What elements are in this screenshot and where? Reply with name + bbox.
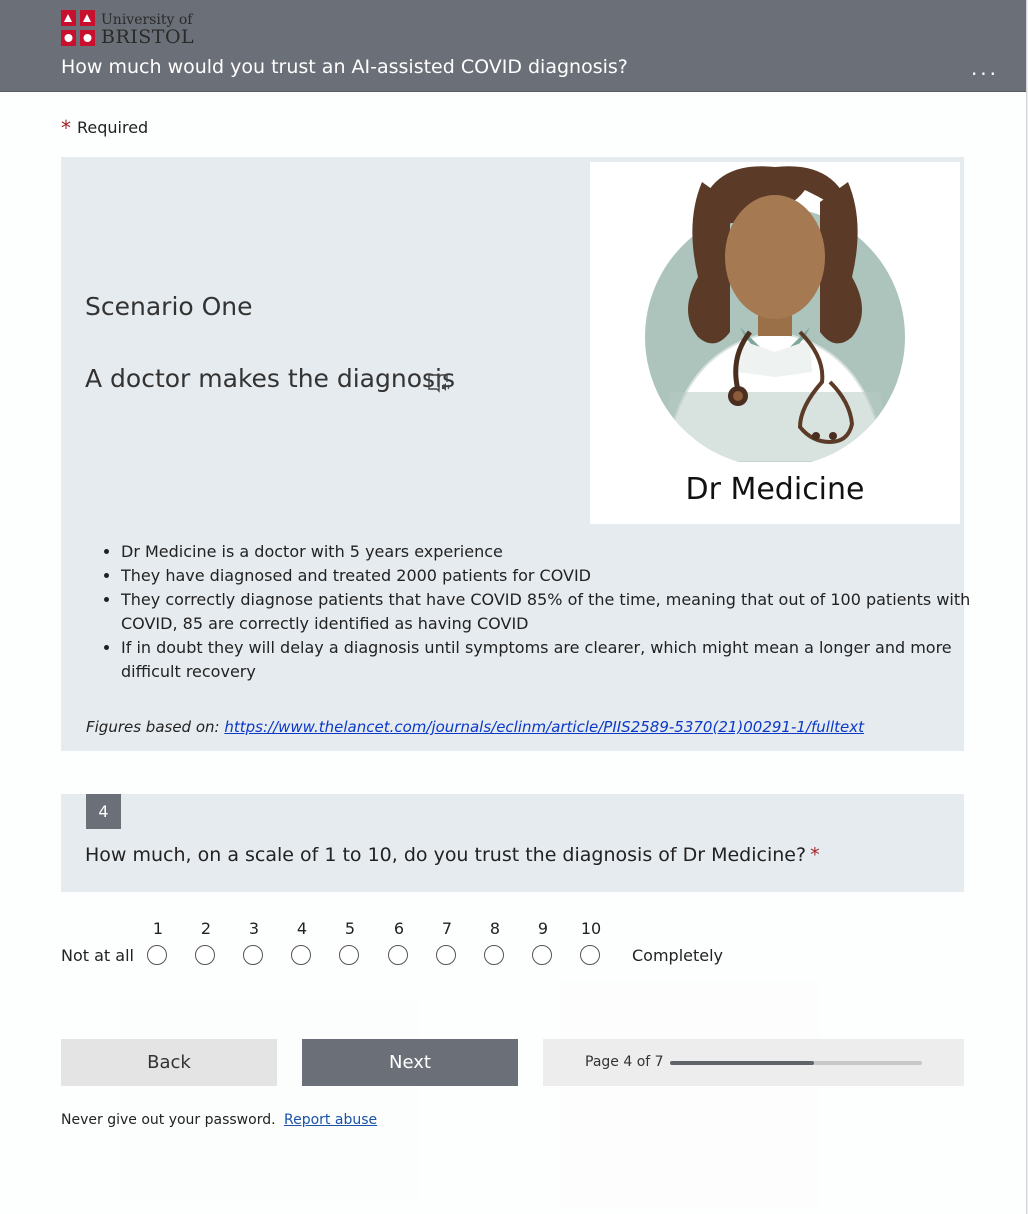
immersive-reader-icon[interactable] (427, 372, 451, 394)
bristol-crest-icon (61, 10, 95, 46)
scale-number-3: 3 (248, 919, 260, 938)
list-item: They correctly diagnose patients that ha… (121, 588, 971, 636)
scenario-title: Scenario One (85, 292, 253, 321)
question-number-badge: 4 (86, 794, 121, 829)
scenario-subtitle: A doctor makes the diagnosis (85, 364, 456, 393)
question-text: How much, on a scale of 1 to 10, do you … (85, 844, 807, 866)
required-asterisk: * (61, 116, 71, 140)
report-abuse-link[interactable]: Report abuse (284, 1112, 377, 1128)
back-button[interactable]: Back (61, 1039, 277, 1086)
scale-number-9: 9 (537, 919, 549, 938)
rating-radio-2[interactable] (195, 945, 215, 965)
scale-number-2: 2 (200, 919, 212, 938)
next-button[interactable]: Next (302, 1039, 518, 1086)
scale-number-6: 6 (393, 919, 405, 938)
rating-radio-4[interactable] (291, 945, 311, 965)
rating-radio-7[interactable] (436, 945, 456, 965)
scale-number-5: 5 (344, 919, 356, 938)
rating-radio-1[interactable] (147, 945, 167, 965)
figures-source: Figures based on: https://www.thelancet.… (86, 718, 864, 736)
scale-high-label: Completely (632, 946, 724, 965)
rating-radio-3[interactable] (243, 945, 263, 965)
list-item: They have diagnosed and treated 2000 pat… (121, 564, 971, 588)
rating-radio-8[interactable] (484, 945, 504, 965)
form-page: University of BRISTOL How much would you… (0, 0, 1027, 1214)
list-item: If in doubt they will delay a diagnosis … (121, 636, 971, 684)
scale-number-1: 1 (152, 919, 164, 938)
figures-prefix: Figures based on: (86, 718, 220, 736)
footer: Never give out your password. Report abu… (61, 1112, 377, 1128)
scale-low-label: Not at all (61, 946, 134, 965)
footer-warning: Never give out your password. (61, 1112, 276, 1128)
question-text-row: How much, on a scale of 1 to 10, do you … (85, 844, 820, 866)
page-indicator: Page 4 of 7 (585, 1054, 664, 1070)
scale-number-10: 10 (580, 919, 602, 938)
more-options-button[interactable]: ... (968, 56, 1002, 80)
scale-number-4: 4 (296, 919, 308, 938)
doctor-avatar-icon (645, 166, 905, 462)
figures-source-link[interactable]: https://www.thelancet.com/journals/eclin… (224, 718, 864, 736)
form-title: How much would you trust an AI-assisted … (61, 56, 628, 78)
form-header: University of BRISTOL How much would you… (0, 0, 1026, 92)
scenario-panel: Scenario One A doctor makes the diagnosi… (61, 157, 970, 751)
required-note: * Required (61, 114, 149, 140)
university-logo: University of BRISTOL (61, 10, 201, 48)
rating-radio-5[interactable] (339, 945, 359, 965)
scenario-bullet-list: Dr Medicine is a doctor with 5 years exp… (101, 540, 971, 684)
rating-radio-9[interactable] (532, 945, 552, 965)
required-label: Required (77, 118, 149, 137)
scale-number-8: 8 (489, 919, 501, 938)
rating-radio-6[interactable] (388, 945, 408, 965)
progress-track (670, 1061, 922, 1065)
progress-fill (670, 1061, 814, 1065)
logo-text-line2: BRISTOL (101, 26, 195, 48)
scale-number-7: 7 (441, 919, 453, 938)
question-panel: 4 How much, on a scale of 1 to 10, do yo… (61, 794, 964, 892)
required-asterisk: * (810, 844, 820, 866)
doctor-name-label: Dr Medicine (685, 472, 865, 507)
rating-radio-10[interactable] (580, 945, 600, 965)
doctor-card: Dr Medicine (590, 162, 960, 524)
list-item: Dr Medicine is a doctor with 5 years exp… (121, 540, 971, 564)
page-progress: Page 4 of 7 (543, 1039, 964, 1086)
